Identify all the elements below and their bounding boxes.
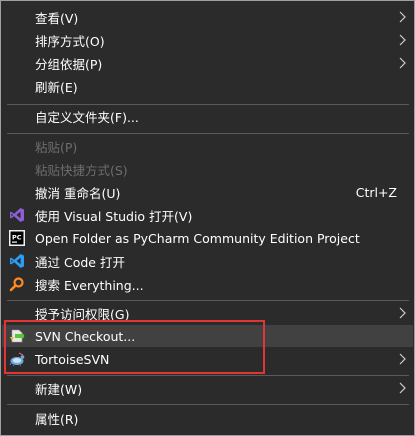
menu-item-tortoise-svn[interactable]: TortoiseSVN <box>2 348 413 370</box>
menu-item-sort-label: 排序方式(O) <box>35 33 105 49</box>
menu-item-grant-access-label: 授予访问权限(G) <box>35 306 130 322</box>
chevron-right-icon <box>399 307 406 319</box>
menu-item-group[interactable]: 分组依据(P) <box>2 52 413 74</box>
menu-item-customize-folder-label: 自定义文件夹(F)... <box>35 109 139 125</box>
menu-item-properties[interactable]: 属性(R) <box>2 407 413 429</box>
menu-item-open-vscode[interactable]: 通过 Code 打开 <box>2 250 413 272</box>
menu-item-open-pycharm[interactable]: PC Open Folder as PyCharm Community Edit… <box>2 227 413 249</box>
menu-item-open-pycharm-label: Open Folder as PyCharm Community Edition… <box>35 230 360 246</box>
menu-item-refresh[interactable]: 刷新(E) <box>2 75 413 97</box>
menu-separator <box>7 404 409 405</box>
menu-item-view[interactable]: 查看(V) <box>2 6 413 28</box>
menu-item-grant-access[interactable]: 授予访问权限(G) <box>2 302 413 324</box>
chevron-right-icon <box>399 11 406 23</box>
menu-item-paste-shortcut: 粘贴快捷方式(S) <box>2 158 413 180</box>
menu-separator <box>7 375 409 376</box>
menu-item-paste-shortcut-label: 粘贴快捷方式(S) <box>35 162 128 178</box>
chevron-right-icon <box>399 57 406 69</box>
menu-item-open-visual-studio[interactable]: 使用 Visual Studio 打开(V) <box>2 204 413 226</box>
menu-item-search-everything-label: 搜索 Everything... <box>35 277 144 293</box>
menu-separator <box>7 300 409 301</box>
undo-shortcut: Ctrl+Z <box>355 184 397 200</box>
pycharm-icon: PC <box>9 230 25 246</box>
tortoise-svn-icon <box>9 351 25 367</box>
menu-item-open-visual-studio-label: 使用 Visual Studio 打开(V) <box>35 208 193 224</box>
menu-item-paste: 粘贴(P) <box>2 135 413 157</box>
menu-item-undo-rename[interactable]: 撤消 重命名(U) Ctrl+Z <box>2 181 413 203</box>
menu-item-view-label: 查看(V) <box>35 10 79 26</box>
menu-item-refresh-label: 刷新(E) <box>35 79 78 95</box>
chevron-right-icon <box>399 382 406 394</box>
menu-item-group-label: 分组依据(P) <box>35 56 103 72</box>
menu-item-sort[interactable]: 排序方式(O) <box>2 29 413 51</box>
context-menu: 查看(V) 排序方式(O) 分组依据(P) 刷新(E) 自定义文件夹(F)...… <box>0 0 415 436</box>
menu-item-paste-label: 粘贴(P) <box>35 139 78 155</box>
vscode-icon <box>9 253 25 269</box>
menu-item-new[interactable]: 新建(W) <box>2 377 413 399</box>
menu-item-properties-label: 属性(R) <box>35 411 79 427</box>
chevron-right-icon <box>399 353 406 365</box>
menu-item-open-vscode-label: 通过 Code 打开 <box>35 254 125 270</box>
menu-item-new-label: 新建(W) <box>35 381 83 397</box>
menu-item-undo-rename-label: 撤消 重命名(U) <box>35 185 121 201</box>
svg-text:PC: PC <box>12 234 22 242</box>
svn-checkout-icon <box>9 328 25 344</box>
menu-separator <box>7 133 409 134</box>
menu-item-customize-folder[interactable]: 自定义文件夹(F)... <box>2 105 413 127</box>
chevron-right-icon <box>399 34 406 46</box>
menu-item-svn-checkout-label: SVN Checkout... <box>35 328 136 344</box>
menu-item-search-everything[interactable]: 搜索 Everything... <box>2 273 413 295</box>
menu-item-svn-checkout[interactable]: SVN Checkout... <box>2 325 413 347</box>
menu-item-tortoise-svn-label: TortoiseSVN <box>35 351 110 367</box>
visual-studio-icon <box>9 207 25 223</box>
search-everything-icon <box>9 276 25 292</box>
